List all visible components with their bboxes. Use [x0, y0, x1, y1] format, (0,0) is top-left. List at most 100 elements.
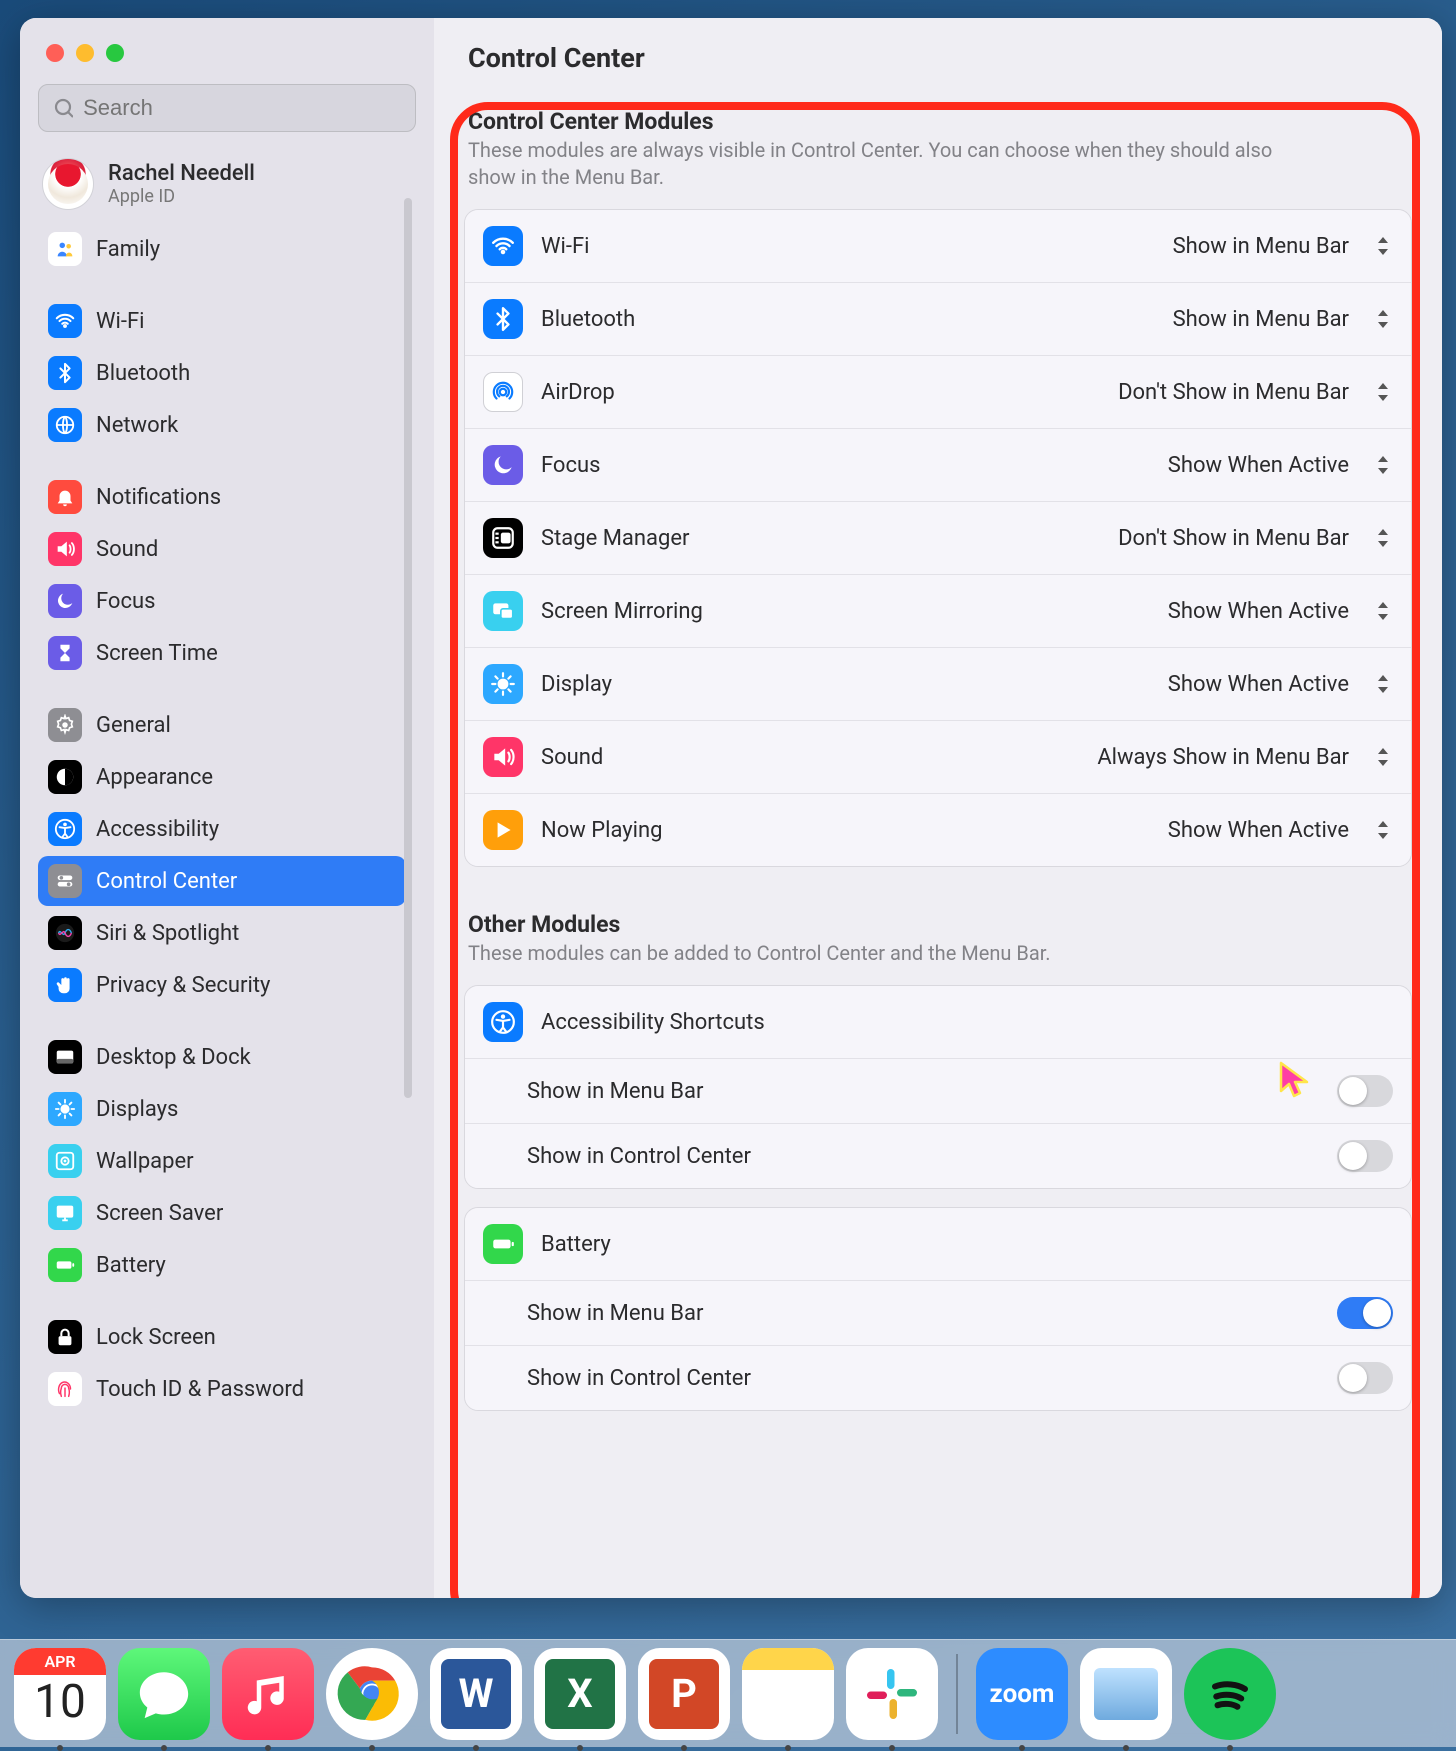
- sidebar-item-label: Bluetooth: [96, 361, 190, 386]
- sidebar-item-network[interactable]: Network: [38, 400, 406, 450]
- sidebar-item-label: Accessibility: [96, 817, 219, 842]
- dock-slack[interactable]: [846, 1648, 938, 1740]
- dock-word[interactable]: W: [430, 1648, 522, 1740]
- close-window-button[interactable]: [46, 44, 64, 62]
- module-row-sound: Sound Always Show in Menu Bar: [465, 721, 1411, 794]
- screensaver-icon: [48, 1196, 82, 1230]
- module-label: Screen Mirroring: [541, 599, 1150, 624]
- toggle-switch[interactable]: [1337, 1075, 1393, 1107]
- module-dropdown[interactable]: [1373, 599, 1393, 623]
- toggle-switch[interactable]: [1337, 1140, 1393, 1172]
- avatar: [42, 158, 94, 210]
- dock-chrome[interactable]: [326, 1648, 418, 1740]
- module-dropdown[interactable]: [1373, 307, 1393, 331]
- other-desc: These modules can be added to Control Ce…: [468, 940, 1288, 967]
- dock-notes[interactable]: [742, 1648, 834, 1740]
- module-dropdown[interactable]: [1373, 745, 1393, 769]
- dock-spotify[interactable]: [1184, 1648, 1276, 1740]
- hand-icon: [48, 968, 82, 1002]
- module-row-focus: Focus Show When Active: [465, 429, 1411, 502]
- module-row-wi-fi: Wi-Fi Show in Menu Bar: [465, 210, 1411, 283]
- search-input[interactable]: [83, 95, 401, 121]
- moon-icon: [483, 445, 523, 485]
- module-value: Show When Active: [1168, 453, 1349, 478]
- other-label: Accessibility Shortcuts: [541, 1010, 1393, 1035]
- sidebar-item-wi-fi[interactable]: Wi-Fi: [38, 296, 406, 346]
- sidebar-item-sound[interactable]: Sound: [38, 524, 406, 574]
- toggle-switch[interactable]: [1337, 1297, 1393, 1329]
- sidebar-item-control-center[interactable]: Control Center: [38, 856, 406, 906]
- sidebar-item-appearance[interactable]: Appearance: [38, 752, 406, 802]
- family-icon: [48, 232, 82, 266]
- module-row-stage-manager: Stage Manager Don't Show in Menu Bar: [465, 502, 1411, 575]
- toggle-label: Show in Menu Bar: [527, 1079, 1319, 1104]
- module-dropdown[interactable]: [1373, 453, 1393, 477]
- sidebar-item-desktop-dock[interactable]: Desktop & Dock: [38, 1032, 406, 1082]
- mirror-icon: [483, 591, 523, 631]
- other-header: Other Modules These modules can be added…: [468, 911, 1408, 967]
- dock-excel[interactable]: X: [534, 1648, 626, 1740]
- sidebar-item-bluetooth[interactable]: Bluetooth: [38, 348, 406, 398]
- sidebar-item-screen-saver[interactable]: Screen Saver: [38, 1188, 406, 1238]
- toggle-switch[interactable]: [1337, 1362, 1393, 1394]
- module-row-screen-mirroring: Screen Mirroring Show When Active: [465, 575, 1411, 648]
- bluetooth-icon: [48, 356, 82, 390]
- sidebar-item-general[interactable]: General: [38, 700, 406, 750]
- toggle-row-show-in-menu-bar: Show in Menu Bar: [465, 1281, 1411, 1346]
- sidebar-item-wallpaper[interactable]: Wallpaper: [38, 1136, 406, 1186]
- toggle-label: Show in Menu Bar: [527, 1301, 1319, 1326]
- zoom-window-button[interactable]: [106, 44, 124, 62]
- module-dropdown[interactable]: [1373, 380, 1393, 404]
- airdrop-icon: [483, 372, 523, 412]
- siri-icon: [48, 916, 82, 950]
- sidebar-item-label: Displays: [96, 1097, 178, 1122]
- modules-desc: These modules are always visible in Cont…: [468, 137, 1288, 191]
- sidebar-item-accessibility[interactable]: Accessibility: [38, 804, 406, 854]
- minimize-window-button[interactable]: [76, 44, 94, 62]
- control-center-icon: [48, 864, 82, 898]
- sidebar-item-focus[interactable]: Focus: [38, 576, 406, 626]
- sidebar-item-battery[interactable]: Battery: [38, 1240, 406, 1290]
- sidebar-item-family[interactable]: Family: [38, 224, 406, 274]
- sidebar-item-privacy-security[interactable]: Privacy & Security: [38, 960, 406, 1010]
- module-dropdown[interactable]: [1373, 526, 1393, 550]
- updown-icon: [1373, 672, 1393, 696]
- sidebar-item-label: Lock Screen: [96, 1325, 216, 1350]
- module-label: Now Playing: [541, 818, 1150, 843]
- dock-music[interactable]: [222, 1648, 314, 1740]
- bell-icon: [48, 480, 82, 514]
- sidebar-scrollbar[interactable]: [404, 198, 412, 1098]
- bluetooth-icon: [483, 299, 523, 339]
- sidebar-item-displays[interactable]: Displays: [38, 1084, 406, 1134]
- dock-calendar[interactable]: APR10: [14, 1648, 106, 1740]
- sidebar-item-lock-screen[interactable]: Lock Screen: [38, 1312, 406, 1362]
- dock-powerpoint[interactable]: P: [638, 1648, 730, 1740]
- sidebar-item-siri-spotlight[interactable]: Siri & Spotlight: [38, 908, 406, 958]
- dock-preview[interactable]: [1080, 1648, 1172, 1740]
- accessibility-icon: [483, 1002, 523, 1042]
- wallpaper-icon: [48, 1144, 82, 1178]
- module-row-bluetooth: Bluetooth Show in Menu Bar: [465, 283, 1411, 356]
- account-row[interactable]: Rachel Needell Apple ID: [42, 158, 412, 210]
- module-dropdown[interactable]: [1373, 234, 1393, 258]
- sidebar-item-label: Sound: [96, 537, 158, 562]
- sidebar-item-label: Control Center: [96, 869, 237, 894]
- other-group-battery: BatteryShow in Menu Bar Show in Control …: [464, 1207, 1412, 1411]
- updown-icon: [1373, 745, 1393, 769]
- dock-zoom[interactable]: zoom: [976, 1648, 1068, 1740]
- sidebar-item-label: Privacy & Security: [96, 973, 270, 998]
- sidebar-item-notifications[interactable]: Notifications: [38, 472, 406, 522]
- sidebar-item-touch-id-password[interactable]: Touch ID & Password: [38, 1364, 406, 1414]
- module-dropdown[interactable]: [1373, 818, 1393, 842]
- sidebar-item-label: Touch ID & Password: [96, 1377, 304, 1402]
- gear-icon: [48, 708, 82, 742]
- search-field[interactable]: [38, 84, 416, 132]
- dock-messages[interactable]: [118, 1648, 210, 1740]
- other-label: Battery: [541, 1232, 1393, 1257]
- module-dropdown[interactable]: [1373, 672, 1393, 696]
- sidebar-item-label: Appearance: [96, 765, 213, 790]
- sidebar-item-label: Wallpaper: [96, 1149, 194, 1174]
- sidebar-item-screen-time[interactable]: Screen Time: [38, 628, 406, 678]
- display-icon: [48, 1092, 82, 1126]
- lock-icon: [48, 1320, 82, 1354]
